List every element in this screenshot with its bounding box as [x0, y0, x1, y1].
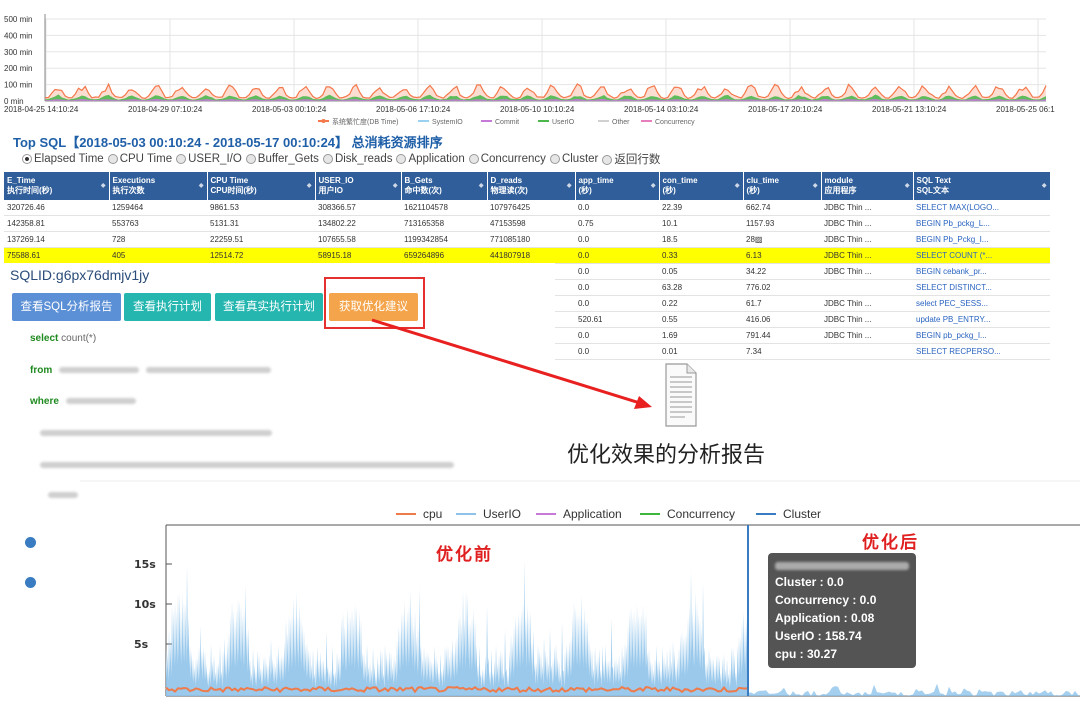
- chart-tooltip: Cluster : 0.0 Concurrency : 0.0 Applicat…: [768, 553, 916, 668]
- blurred-text: [775, 561, 909, 570]
- legend-label[interactable]: Application: [563, 507, 622, 521]
- tooltip-cpu: cpu : 30.27: [775, 647, 838, 661]
- tooltip-userio: UserIO : 158.74: [775, 629, 862, 643]
- bullet-dot: [25, 577, 36, 588]
- before-label: 优化前: [436, 544, 493, 565]
- legend-label[interactable]: cpu: [423, 507, 442, 521]
- y-tick-label: 15s: [134, 558, 156, 571]
- tooltip-timestamp: [775, 558, 909, 572]
- arrow-head: [634, 396, 652, 409]
- report-caption: 优化效果的分析报告: [567, 443, 766, 468]
- legend-label[interactable]: UserIO: [483, 507, 521, 521]
- before-after-chart: cpu UserIO Application Concurrency Cluster 1…: [80, 480, 1080, 706]
- tooltip-concurrency: Concurrency : 0.0: [775, 593, 877, 607]
- document-icon: [665, 363, 697, 427]
- tooltip-application: Application : 0.08: [775, 611, 875, 625]
- legend-label[interactable]: Concurrency: [667, 507, 735, 521]
- tooltip-cluster: Cluster : 0.0: [775, 575, 844, 589]
- after-label: 优化后: [862, 532, 919, 553]
- y-tick-label: 10s: [134, 598, 156, 611]
- legend-label[interactable]: Cluster: [783, 507, 821, 521]
- y-tick-label: 5s: [134, 638, 149, 651]
- arrow-line: [371, 318, 641, 405]
- bullet-dot: [25, 537, 36, 548]
